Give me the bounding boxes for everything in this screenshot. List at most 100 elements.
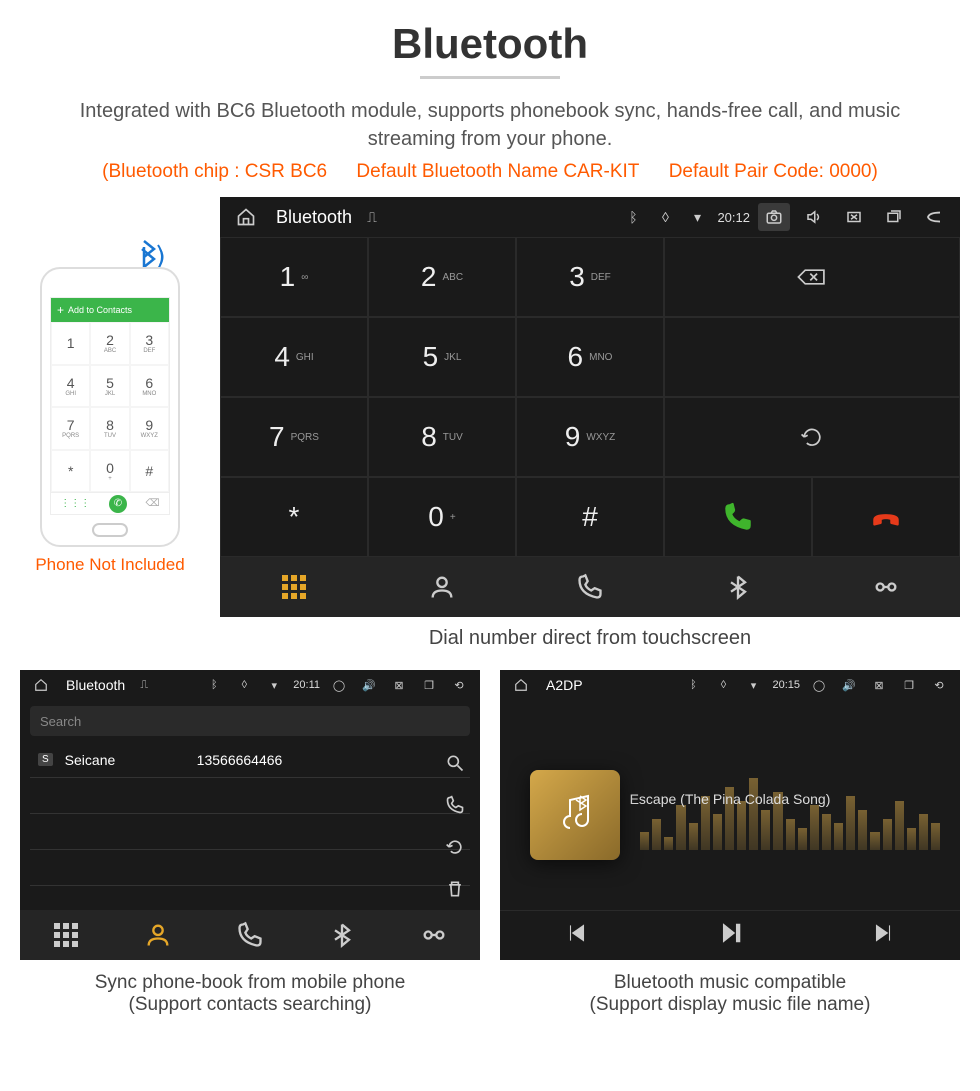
headunit-dialer: Bluetooth ⎍ ᛒ ◊ ▾ 20:12 1∞ 2ABC 3DEF 4GH… bbox=[220, 197, 960, 617]
screenshot-button[interactable]: ◯ bbox=[808, 671, 830, 699]
key-3[interactable]: 3DEF bbox=[516, 237, 664, 317]
next-button[interactable] bbox=[870, 920, 896, 951]
contact-row-empty bbox=[30, 850, 470, 886]
key-4[interactable]: 4GHI bbox=[220, 317, 368, 397]
key-star[interactable]: * bbox=[220, 477, 368, 557]
nav-bluetooth[interactable] bbox=[664, 557, 812, 617]
phone-mockup: + Add to Contacts 1 2ABC 3DEF 4GHI 5JKL … bbox=[40, 267, 180, 547]
backspace-icon: ⌫ bbox=[146, 498, 160, 509]
close-button[interactable]: ⊠ bbox=[868, 671, 890, 699]
divider bbox=[420, 76, 560, 79]
side-actions bbox=[440, 742, 470, 910]
volume-button[interactable] bbox=[798, 203, 830, 231]
key-hash[interactable]: # bbox=[516, 477, 664, 557]
bluetooth-icon: ᛒ bbox=[621, 209, 645, 225]
plus-icon: + bbox=[57, 303, 64, 317]
refresh-icon[interactable] bbox=[440, 832, 470, 862]
phonebook-caption: Sync phone-book from mobile phone (Suppo… bbox=[20, 972, 480, 1016]
nav-recent-calls[interactable] bbox=[204, 910, 296, 960]
screenshot-button[interactable]: ◯ bbox=[328, 671, 350, 699]
search-input[interactable]: Search bbox=[30, 706, 470, 736]
close-button[interactable] bbox=[838, 203, 870, 231]
empty-cell bbox=[664, 317, 960, 397]
nav-recent-calls[interactable] bbox=[516, 557, 664, 617]
topbar: Bluetooth ⎍ ᛒ ◊ ▾ 20:11 ◯ 🔊 ⊠ ❐ ⟲ bbox=[20, 670, 480, 700]
key-0[interactable]: 0+ bbox=[368, 477, 516, 557]
contact-row[interactable]: S Seicane 13566664466 bbox=[30, 742, 470, 778]
song-title: Escape (The Pina Colada Song) bbox=[630, 791, 831, 807]
search-icon[interactable] bbox=[440, 748, 470, 778]
topbar-title: Bluetooth bbox=[66, 677, 125, 693]
key-5[interactable]: 5JKL bbox=[368, 317, 516, 397]
back-button[interactable] bbox=[918, 203, 950, 231]
recents-button[interactable]: ❐ bbox=[418, 671, 440, 699]
description: Integrated with BC6 Bluetooth module, su… bbox=[0, 97, 980, 153]
backspace-button[interactable] bbox=[664, 237, 960, 317]
wifi-icon: ▾ bbox=[263, 679, 285, 692]
spec-line: (Bluetooth chip : CSR BC6 Default Blueto… bbox=[0, 161, 980, 183]
call-icon[interactable] bbox=[440, 790, 470, 820]
main-caption: Dial number direct from touchscreen bbox=[220, 627, 960, 650]
nav-contacts[interactable] bbox=[368, 557, 516, 617]
album-art bbox=[530, 770, 620, 860]
recents-button[interactable] bbox=[878, 203, 910, 231]
call-icon: ✆ bbox=[109, 495, 127, 513]
volume-button[interactable]: 🔊 bbox=[838, 671, 860, 699]
nav-pair[interactable] bbox=[388, 910, 480, 960]
wifi-icon: ▾ bbox=[685, 209, 709, 226]
key-6[interactable]: 6MNO bbox=[516, 317, 664, 397]
nav-keypad[interactable] bbox=[20, 910, 112, 960]
player-controls bbox=[500, 910, 960, 960]
close-button[interactable]: ⊠ bbox=[388, 671, 410, 699]
nav-bluetooth[interactable] bbox=[296, 910, 388, 960]
key-2[interactable]: 2ABC bbox=[368, 237, 516, 317]
phone-keypad: 1 2ABC 3DEF 4GHI 5JKL 6MNO 7PQRS 8TUV 9W… bbox=[51, 322, 169, 492]
contact-row-empty bbox=[30, 778, 470, 814]
key-8[interactable]: 8TUV bbox=[368, 397, 516, 477]
key-7[interactable]: 7PQRS bbox=[220, 397, 368, 477]
key-1[interactable]: 1∞ bbox=[220, 237, 368, 317]
recents-button[interactable]: ❐ bbox=[898, 671, 920, 699]
usb-icon: ⎍ bbox=[133, 679, 155, 692]
topbar-title: Bluetooth bbox=[276, 207, 352, 228]
location-icon: ◊ bbox=[233, 679, 255, 691]
bluetooth-icon: ᛒ bbox=[203, 679, 225, 691]
location-icon: ◊ bbox=[653, 209, 677, 225]
play-pause-button[interactable] bbox=[717, 920, 743, 951]
volume-button[interactable]: 🔊 bbox=[358, 671, 380, 699]
bottom-nav bbox=[20, 910, 480, 960]
screenshot-button[interactable] bbox=[758, 203, 790, 231]
headunit-music: A2DP ᛒ ◊ ▾ 20:15 ◯ 🔊 ⊠ ❐ ⟲ Escape (The P… bbox=[500, 670, 960, 960]
page-title: Bluetooth bbox=[0, 0, 980, 76]
prev-button[interactable] bbox=[564, 920, 590, 951]
music-visualizer: Escape (The Pina Colada Song) bbox=[500, 700, 960, 910]
topbar-title: A2DP bbox=[546, 677, 583, 693]
spec-chip: (Bluetooth chip : CSR BC6 bbox=[102, 161, 327, 182]
key-9[interactable]: 9WXYZ bbox=[516, 397, 664, 477]
phone-note: Phone Not Included bbox=[20, 555, 200, 575]
refresh-button[interactable] bbox=[664, 397, 960, 477]
nav-keypad[interactable] bbox=[220, 557, 368, 617]
call-button[interactable] bbox=[664, 477, 812, 557]
delete-icon[interactable] bbox=[440, 874, 470, 904]
back-button[interactable]: ⟲ bbox=[928, 671, 950, 699]
bluetooth-icon: ᛒ bbox=[682, 679, 704, 691]
clock: 20:12 bbox=[717, 210, 750, 225]
nav-pair[interactable] bbox=[812, 557, 960, 617]
spec-name: Default Bluetooth Name CAR-KIT bbox=[356, 161, 639, 182]
home-button[interactable] bbox=[230, 203, 262, 231]
clock: 20:11 bbox=[293, 679, 320, 691]
topbar: A2DP ᛒ ◊ ▾ 20:15 ◯ 🔊 ⊠ ❐ ⟲ bbox=[500, 670, 960, 700]
home-button[interactable] bbox=[510, 671, 532, 699]
hangup-button[interactable] bbox=[812, 477, 960, 557]
back-button[interactable]: ⟲ bbox=[448, 671, 470, 699]
contact-initial: S bbox=[38, 753, 53, 766]
headunit-phonebook: Bluetooth ⎍ ᛒ ◊ ▾ 20:11 ◯ 🔊 ⊠ ❐ ⟲ Search… bbox=[20, 670, 480, 960]
bottom-nav bbox=[220, 557, 960, 617]
nav-contacts[interactable] bbox=[112, 910, 204, 960]
phone-topbar: + Add to Contacts bbox=[51, 298, 169, 322]
music-caption: Bluetooth music compatible (Support disp… bbox=[500, 972, 960, 1016]
home-button[interactable] bbox=[30, 671, 52, 699]
dialer-pad: 1∞ 2ABC 3DEF 4GHI 5JKL 6MNO 7PQRS 8TUV 9… bbox=[220, 237, 960, 557]
wifi-icon: ▾ bbox=[742, 679, 764, 692]
